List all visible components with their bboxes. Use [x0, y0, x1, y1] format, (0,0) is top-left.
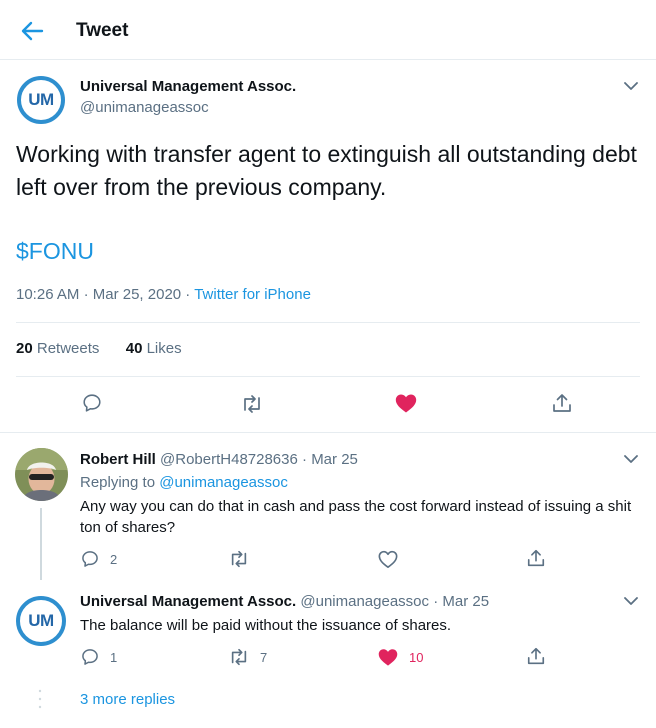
- reply-header: Robert Hill @RobertH48728636 · Mar 25: [80, 451, 358, 468]
- likes-count: 40: [125, 340, 143, 357]
- reply-text: Any way you can do that in cash and pass…: [80, 498, 632, 536]
- reply-date[interactable]: Mar 25: [311, 451, 358, 468]
- thread-line: [40, 508, 42, 580]
- author-handle[interactable]: @unimanageassoc: [80, 99, 209, 116]
- reply-count: 2: [110, 551, 118, 567]
- reply-text: The balance will be paid without the iss…: [80, 617, 452, 634]
- reply-header: Universal Management Assoc. @unimanageas…: [80, 593, 489, 610]
- retweet-button[interactable]: [240, 393, 264, 415]
- replying-to-link[interactable]: @unimanageassoc: [159, 474, 288, 491]
- separator: ·: [185, 286, 191, 303]
- actions-divider: [0, 432, 656, 433]
- tweet-time[interactable]: 10:26 AM: [16, 286, 79, 303]
- share-button[interactable]: [551, 392, 573, 414]
- like-button[interactable]: [394, 392, 418, 414]
- likes-stat[interactable]: 40 Likes: [126, 340, 182, 357]
- share-icon: [527, 647, 545, 665]
- meta-divider: [16, 322, 640, 323]
- like-icon: [378, 550, 398, 568]
- likes-label: Likes: [146, 340, 182, 357]
- share-button[interactable]: [526, 646, 546, 666]
- retweets-stat[interactable]: 20 Retweets: [16, 340, 99, 357]
- replying-prefix: Replying to: [80, 474, 156, 491]
- retweet-icon: [231, 550, 247, 568]
- reply-author-handle[interactable]: @RobertH48728636: [160, 451, 298, 468]
- tweet-meta: 10:26 AM · Mar 25, 2020 · Twitter for iP…: [16, 286, 311, 303]
- retweets-count: 20: [16, 340, 33, 357]
- like-button[interactable]: [377, 549, 409, 569]
- reply-icon: [82, 649, 98, 665]
- avatar[interactable]: UM: [16, 596, 66, 646]
- separator: ·: [433, 593, 439, 610]
- retweet-count: 7: [260, 649, 268, 665]
- retweet-button[interactable]: 7: [228, 647, 267, 667]
- back-arrow-icon[interactable]: [18, 18, 46, 44]
- retweet-button[interactable]: [228, 549, 260, 569]
- tweet-date[interactable]: Mar 25, 2020: [93, 286, 181, 303]
- like-count: 10: [409, 649, 424, 665]
- chevron-down-icon[interactable]: [620, 591, 642, 611]
- reply-author-name[interactable]: Robert Hill: [80, 451, 156, 468]
- reply-icon: [83, 394, 101, 412]
- share-icon: [527, 549, 545, 567]
- tweet-source-link[interactable]: Twitter for iPhone: [194, 286, 311, 303]
- header-divider: [0, 59, 656, 60]
- chevron-down-icon[interactable]: [620, 76, 642, 96]
- stats-divider: [16, 376, 640, 377]
- avatar[interactable]: [15, 448, 68, 501]
- reply-author-name[interactable]: Universal Management Assoc.: [80, 593, 296, 610]
- reply-author-handle[interactable]: @unimanageassoc: [300, 593, 429, 610]
- reply-button[interactable]: [81, 392, 103, 414]
- avatar-text: UM: [28, 611, 54, 630]
- retweets-label: Retweets: [36, 340, 100, 357]
- thread-dots: [38, 688, 42, 710]
- replying-to: Replying to @unimanageassoc: [80, 474, 288, 491]
- more-replies-link[interactable]: 3 more replies: [80, 691, 175, 708]
- reply-date[interactable]: Mar 25: [442, 593, 489, 610]
- avatar-text: UM: [28, 90, 54, 109]
- reply-button[interactable]: 1: [80, 647, 117, 667]
- cashtag-link[interactable]: $FONU: [16, 238, 94, 265]
- like-icon-filled: [378, 649, 398, 666]
- share-icon: [553, 394, 571, 412]
- retweet-icon: [231, 648, 247, 666]
- separator: ·: [83, 286, 89, 303]
- page-title: Tweet: [76, 20, 129, 41]
- retweet-icon: [244, 395, 260, 413]
- reply-button[interactable]: 2: [80, 549, 117, 569]
- share-button[interactable]: [526, 548, 546, 568]
- separator: ·: [302, 451, 308, 468]
- reply-count: 1: [110, 649, 118, 665]
- author-name[interactable]: Universal Management Assoc.: [80, 78, 296, 95]
- tweet-stats: 20 Retweets 40 Likes: [16, 340, 182, 357]
- avatar[interactable]: UM: [17, 76, 65, 124]
- reply-icon: [82, 551, 98, 567]
- header-bar: Tweet: [0, 0, 656, 60]
- like-button[interactable]: 10: [377, 647, 423, 667]
- like-icon-filled: [395, 394, 417, 413]
- tweet-text: Working with transfer agent to extinguis…: [16, 141, 637, 200]
- chevron-down-icon[interactable]: [620, 449, 642, 469]
